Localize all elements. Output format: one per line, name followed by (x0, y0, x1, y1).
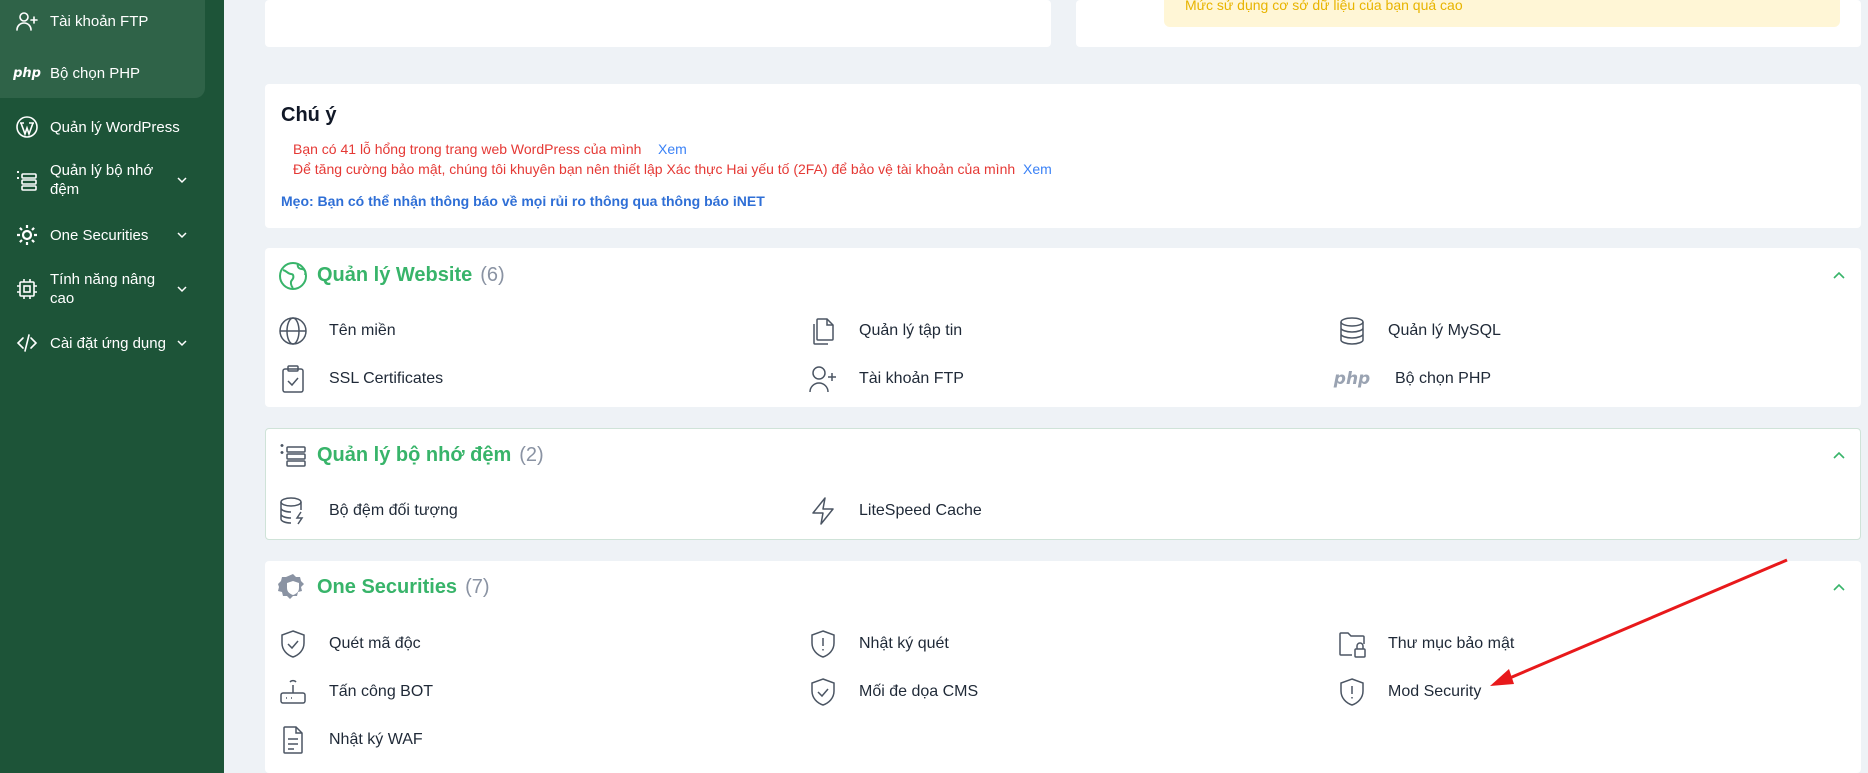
annotation-arrow (1490, 558, 1788, 686)
